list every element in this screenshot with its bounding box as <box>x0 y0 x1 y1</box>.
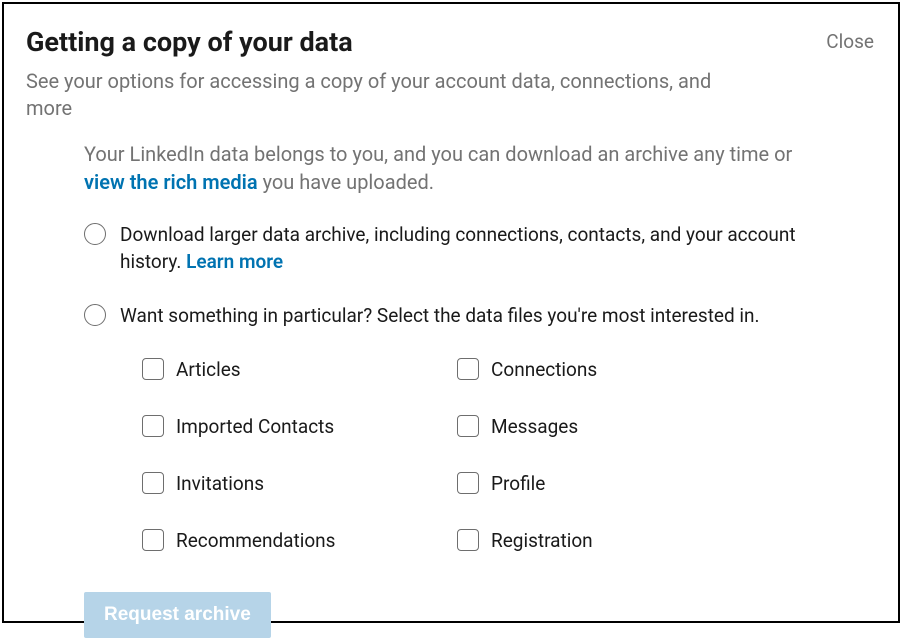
radio-label-specific: Want something in particular? Select the… <box>120 303 760 330</box>
content-area: Your LinkedIn data belongs to you, and y… <box>26 140 806 638</box>
radio-option-full-archive[interactable]: Download larger data archive, including … <box>84 222 806 275</box>
request-archive-button[interactable]: Request archive <box>84 592 271 638</box>
radio-option-specific[interactable]: Want something in particular? Select the… <box>84 303 806 330</box>
checkbox-messages[interactable]: Messages <box>457 415 762 438</box>
checkbox-articles[interactable]: Articles <box>142 358 447 381</box>
checkbox-label: Profile <box>491 472 545 495</box>
checkbox-label: Connections <box>491 358 597 381</box>
checkbox-label: Registration <box>491 529 593 552</box>
intro-part2: you have uploaded. <box>258 170 434 194</box>
checkbox-connections[interactable]: Connections <box>457 358 762 381</box>
radio-icon[interactable] <box>84 304 106 326</box>
checkbox-icon[interactable] <box>457 529 479 551</box>
checkbox-icon[interactable] <box>142 472 164 494</box>
checkbox-icon[interactable] <box>457 415 479 437</box>
data-export-dialog: Close Getting a copy of your data See yo… <box>2 2 900 623</box>
checkbox-icon[interactable] <box>457 472 479 494</box>
checkbox-registration[interactable]: Registration <box>457 529 762 552</box>
checkbox-label: Imported Contacts <box>176 415 334 438</box>
checkbox-label: Articles <box>176 358 241 381</box>
view-rich-media-link[interactable]: view the rich media <box>84 170 258 194</box>
intro-part1: Your LinkedIn data belongs to you, and y… <box>84 142 792 166</box>
close-button[interactable]: Close <box>826 30 874 53</box>
checkbox-label: Recommendations <box>176 529 335 552</box>
page-title: Getting a copy of your data <box>26 26 876 58</box>
checkbox-icon[interactable] <box>457 358 479 380</box>
checkbox-recommendations[interactable]: Recommendations <box>142 529 447 552</box>
checkbox-invitations[interactable]: Invitations <box>142 472 447 495</box>
checkbox-label: Messages <box>491 415 578 438</box>
checkbox-grid: Articles Connections Imported Contacts M… <box>142 358 762 552</box>
intro-text: Your LinkedIn data belongs to you, and y… <box>84 140 806 196</box>
checkbox-label: Invitations <box>176 472 264 495</box>
radio-icon[interactable] <box>84 223 106 245</box>
checkbox-icon[interactable] <box>142 415 164 437</box>
page-subtitle: See your options for accessing a copy of… <box>26 68 746 122</box>
checkbox-icon[interactable] <box>142 529 164 551</box>
learn-more-link[interactable]: Learn more <box>186 250 283 273</box>
checkbox-profile[interactable]: Profile <box>457 472 762 495</box>
radio-label-full: Download larger data archive, including … <box>120 222 806 275</box>
checkbox-imported-contacts[interactable]: Imported Contacts <box>142 415 447 438</box>
checkbox-icon[interactable] <box>142 358 164 380</box>
